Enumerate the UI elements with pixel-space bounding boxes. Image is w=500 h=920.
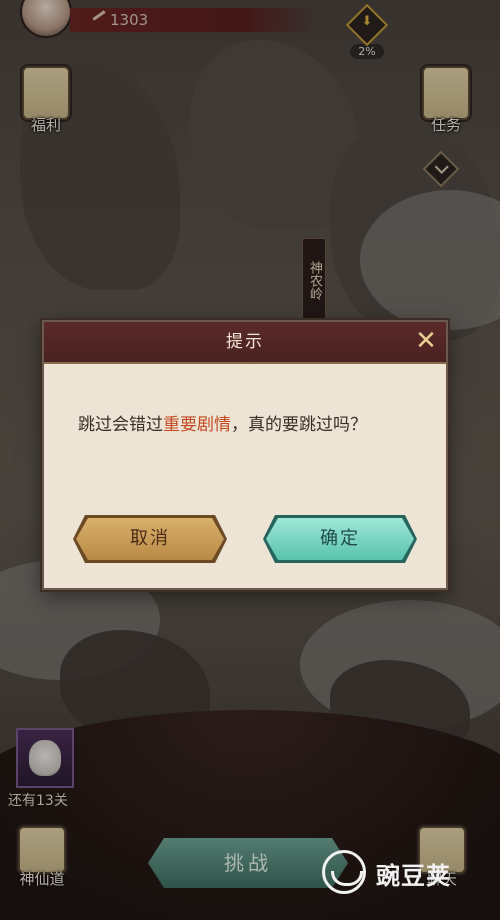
confirm-button[interactable]: 确定	[266, 518, 414, 560]
dialog-title: 提示	[44, 322, 446, 364]
cancel-button[interactable]: 取消	[76, 518, 224, 560]
skip-confirm-dialog: 提示 ✕ 跳过会错过重要剧情，真的要跳过吗？ 取消 确定	[42, 320, 448, 590]
watermark-logo-icon	[322, 850, 366, 894]
watermark: 豌豆荚	[322, 848, 492, 900]
dialog-message: 跳过会错过重要剧情，真的要跳过吗？	[78, 412, 418, 438]
message-highlight: 重要剧情	[163, 415, 231, 435]
watermark-text: 豌豆荚	[376, 862, 451, 890]
close-icon[interactable]: ✕	[414, 328, 438, 354]
message-text-end: ，真的要跳过吗？	[231, 415, 367, 435]
message-text: 跳过会错过	[78, 415, 163, 435]
